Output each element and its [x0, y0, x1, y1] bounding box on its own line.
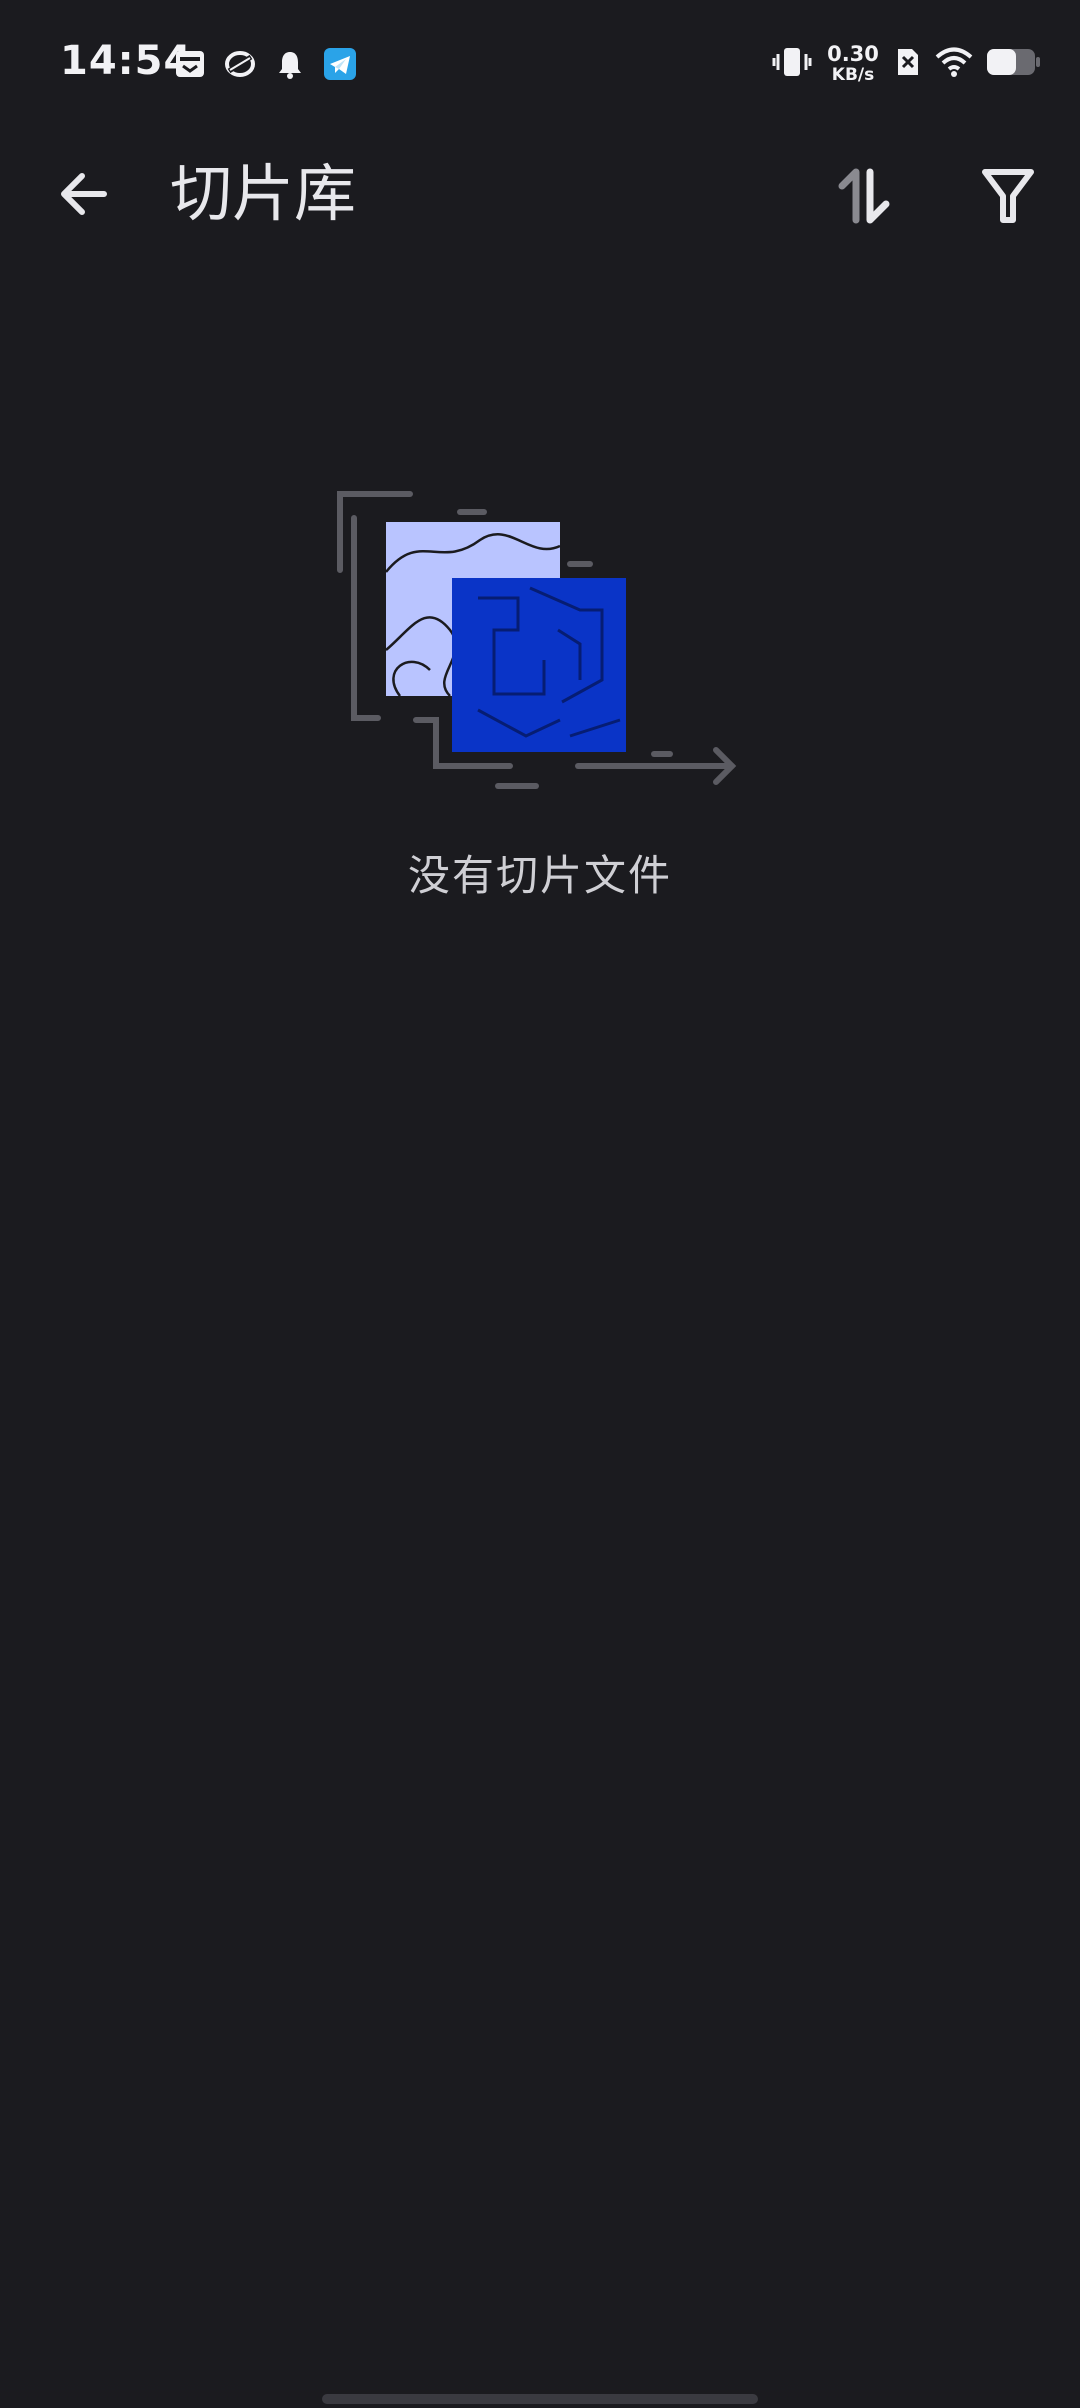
arrow-left-icon — [61, 173, 107, 215]
back-button[interactable] — [44, 154, 124, 234]
telegram-icon — [322, 46, 358, 82]
notification-icons — [172, 46, 358, 82]
network-speed-unit: KB/s — [831, 65, 875, 85]
calendar-icon — [172, 46, 208, 82]
battery-icon — [986, 47, 1042, 81]
empty-message: 没有切片文件 — [407, 851, 672, 900]
sort-icon — [838, 168, 890, 224]
app-bar: 切片库 — [0, 130, 1080, 260]
system-status-icons: 0.30 KB/s — [772, 40, 1042, 88]
empty-slices-illustration — [337, 491, 737, 789]
bell-icon — [272, 46, 308, 82]
filter-button[interactable] — [966, 154, 1050, 238]
vibrate-icon — [772, 44, 812, 84]
sim-off-icon — [894, 45, 922, 83]
status-bar: 14:54 0.30 KB/s — [0, 0, 1080, 130]
network-speed: 0.30 KB/s — [824, 44, 882, 84]
filter-icon — [982, 169, 1034, 223]
page-title: 切片库 — [170, 157, 357, 230]
empty-state: 没有切片文件 — [0, 480, 1080, 920]
network-speed-value: 0.30 — [827, 42, 879, 66]
wifi-icon — [934, 45, 974, 83]
app-ring-icon — [222, 46, 258, 82]
slice-library-screen: 14:54 0.30 KB/s 切片库 没有切片文件 — [0, 0, 1080, 2408]
home-indicator[interactable] — [322, 2394, 758, 2404]
sort-button[interactable] — [822, 154, 906, 238]
